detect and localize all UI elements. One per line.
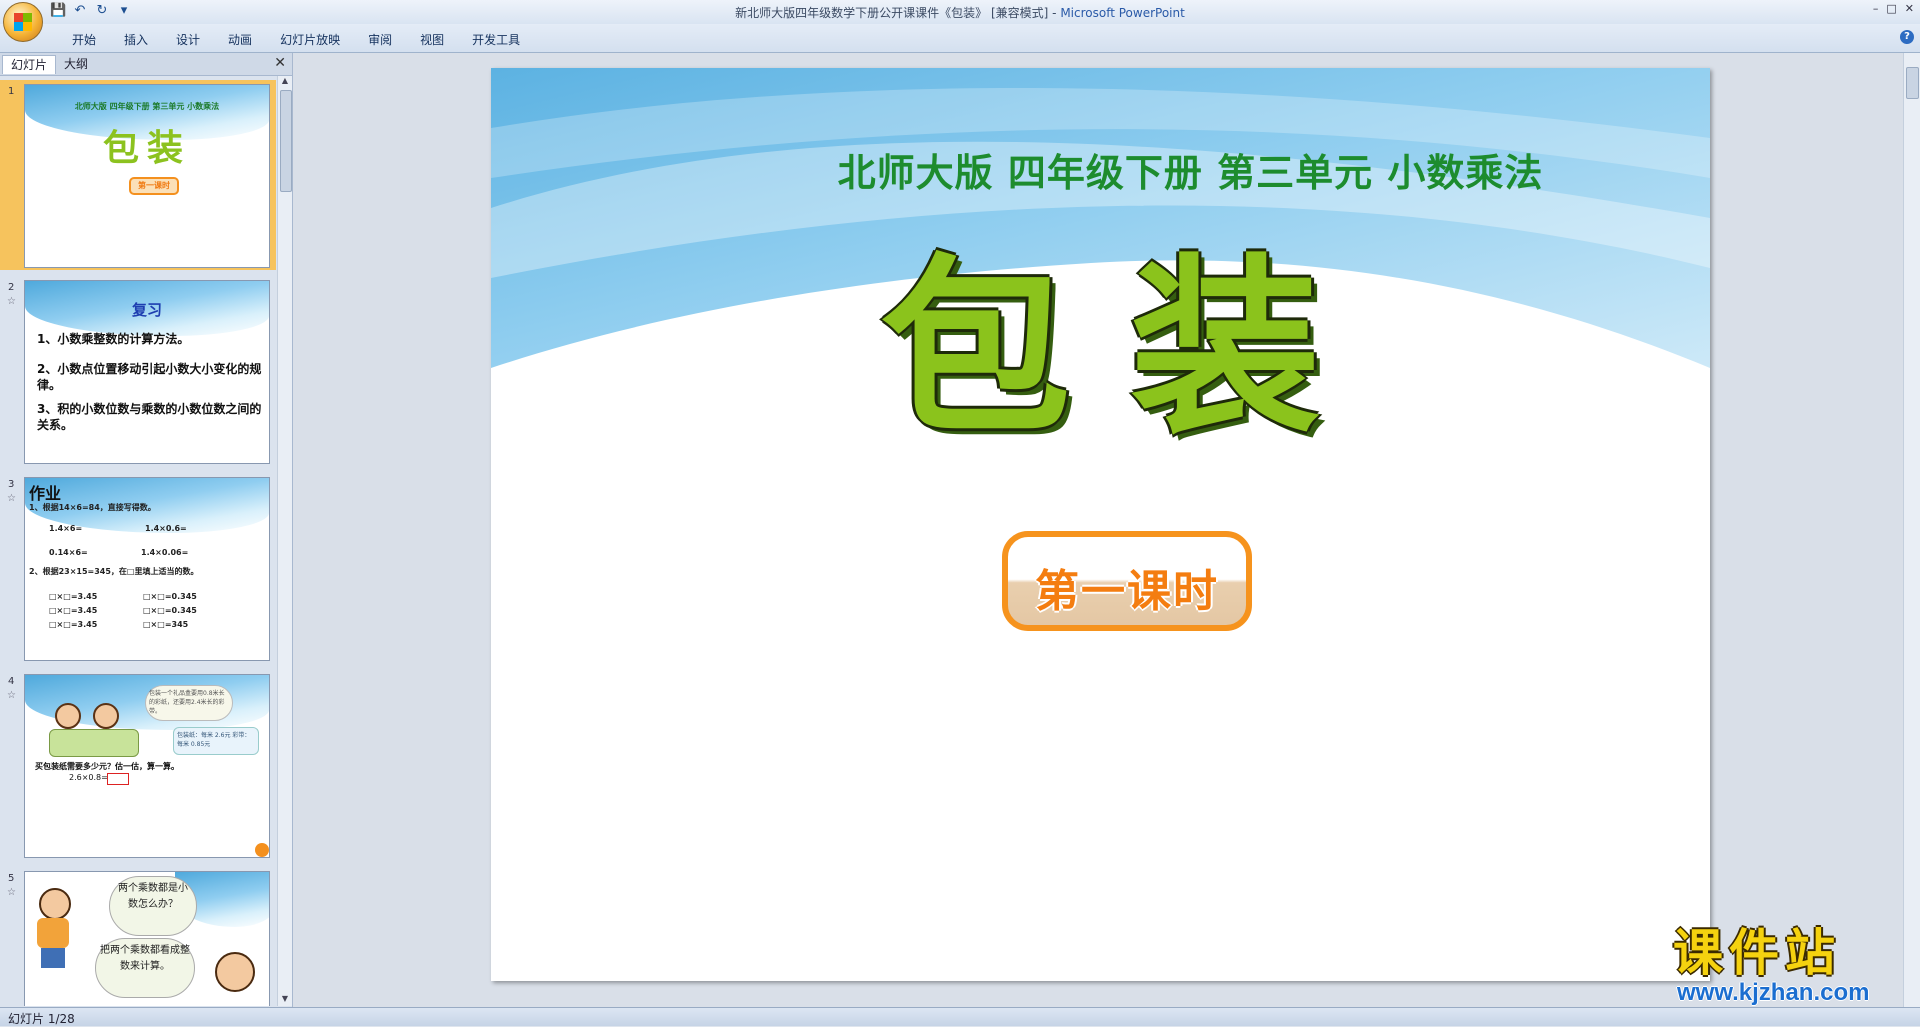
thumb-text: □×□=0.345 [143,606,197,615]
speech-bubble: 两个乘数都是小数怎么办？ [109,876,197,936]
slides-panel: 幻灯片 大纲 ✕ 1 北师大版 四年级下册 第三单元 小数乘法 包装 第一课时 … [0,53,293,1007]
tab-outline[interactable]: 大纲 [56,55,96,73]
thumb-text: □×□=0.345 [143,592,197,601]
child-figure [93,703,119,729]
girl-illustration [215,952,255,992]
answer-box [107,773,129,785]
scrollbar-thumb[interactable] [280,90,292,192]
animation-star-icon: ☆ [7,493,16,504]
boy-illustration [31,888,75,970]
ribbon: 开始 插入 设计 动画 幻灯片放映 审阅 视图 开发工具 ? [0,24,1920,53]
slide-number: 2 [8,282,15,293]
window-title: 新北师大版四年级数学下册公开课课件《包装》 [兼容模式] - Microsoft… [0,4,1920,21]
thumb-text: 3、积的小数位数与乘数的小数位数之间的关系。 [37,402,262,432]
help-icon[interactable]: ? [1900,30,1914,44]
window-controls: – □ ✕ [1873,2,1914,15]
thumb-text: □×□=3.45 [49,606,98,615]
slide-title[interactable]: 包装 [491,238,1710,458]
thumb-text: 2、小数点位置移动引起小数大小变化的规律。 [37,362,262,392]
close-icon[interactable]: ✕ [274,55,286,71]
slide-counter: 幻灯片 1/28 [8,1012,75,1026]
slide-number: 3 [8,479,15,490]
title-bar: 💾 ↶ ↻ ▾ 新北师大版四年级数学下册公开课课件《包装》 [兼容模式] - M… [0,0,1920,42]
slide-thumbnail-1[interactable]: 1 北师大版 四年级下册 第三单元 小数乘法 包装 第一课时 [0,80,276,270]
animation-star-icon: ☆ [7,690,16,701]
animation-star-icon: ☆ [7,296,16,307]
scroll-down-icon[interactable]: ▼ [278,994,292,1006]
boy-body [37,918,69,948]
app-name: Microsoft PowerPoint [1060,6,1185,20]
tab-home[interactable]: 开始 [58,29,110,50]
gift-box-illustration [49,729,139,757]
thumbnail-preview: 北师大版 四年级下册 第三单元 小数乘法 包装 第一课时 [24,84,270,268]
animation-star-icon: ☆ [7,887,16,898]
slide-subtitle[interactable]: 北师大版 四年级下册 第三单元 小数乘法 [491,142,1710,197]
tab-animation[interactable]: 动画 [214,29,266,50]
tab-developer[interactable]: 开发工具 [458,29,534,50]
speech-bubble: 把两个乘数都看成整数来计算。 [95,938,195,998]
children-illustration [49,699,139,757]
slide-thumbnail-4[interactable]: 4 ☆ 包装一个礼品盒要用0.8米长的彩纸，还要用2.4米长的彩带。 包装纸：每… [0,670,276,860]
tab-slides[interactable]: 幻灯片 [2,55,57,74]
lesson-button[interactable]: 第一课时 [1002,531,1252,631]
close-button[interactable]: ✕ [1905,2,1914,15]
minimize-button[interactable]: – [1873,2,1879,15]
status-bar: 幻灯片 1/28 [0,1007,1920,1026]
panel-tabs: 幻灯片 大纲 ✕ [0,53,292,76]
slide-thumbnail-2[interactable]: 2 ☆ 复习 1、小数乘整数的计算方法。 2、小数点位置移动引起小数大小变化的规… [0,276,276,466]
orange-dot-icon [255,843,269,857]
scrollbar-thumb[interactable] [1906,67,1919,99]
thumb-lesson-badge: 第一课时 [129,177,179,195]
office-button[interactable] [3,2,43,42]
slide-number: 4 [8,676,15,687]
thumb-subtitle: 北师大版 四年级下册 第三单元 小数乘法 [74,102,220,111]
tab-design[interactable]: 设计 [162,29,214,50]
thumb-text: 2、根据23×15=345，在□里填上适当的数。 [29,567,199,576]
watermark-url: www.kjzhan.com [1677,979,1870,1006]
thumb-text: 1.4×0.06= [141,548,189,557]
slide-thumbnail-3[interactable]: 3 ☆ 作业 1、根据14×6=84，直接写得数。 1.4×6= 1.4×0.6… [0,473,276,663]
price-note: 包装纸：每米 2.6元 彩带：每米 0.85元 [173,727,259,755]
thumbnail-preview: 包装一个礼品盒要用0.8米长的彩纸，还要用2.4米长的彩带。 包装纸：每米 2.… [24,674,270,858]
site-watermark: 课件站 www.kjzhan.com [1665,923,1905,1007]
maximize-button[interactable]: □ [1886,2,1896,15]
boy-legs [41,948,65,968]
thumbnail-preview: 复习 1、小数乘整数的计算方法。 2、小数点位置移动引起小数大小变化的规律。 3… [24,280,270,464]
current-slide[interactable]: 北师大版 四年级下册 第三单元 小数乘法 包装 第一课时 [491,68,1710,981]
main-scrollbar[interactable] [1903,53,1920,1007]
thumb-text: 0.14×6= [49,548,88,557]
watermark-logo-text: 课件站 [1673,923,1841,982]
slide-thumbnail-5[interactable]: 5 ☆ 两个乘数都是小数怎么办？ 把两个乘数都看成整数来计算。 [0,867,276,1006]
thumbnail-preview: 两个乘数都是小数怎么办？ 把两个乘数都看成整数来计算。 [24,871,270,1006]
thumb-title: 作业 [29,484,62,503]
tab-review[interactable]: 审阅 [354,29,406,50]
document-title: 新北师大版四年级数学下册公开课课件《包装》 [兼容模式] - [735,6,1061,20]
thumb-text: □×□=3.45 [49,620,98,629]
thumb-text: 1.4×0.6= [145,524,187,533]
thumb-text: 1、根据14×6=84，直接写得数。 [29,503,156,512]
thumb-text: □×□=3.45 [49,592,98,601]
slide-number: 5 [8,873,15,884]
thumb-text: 1、小数乘整数的计算方法。 [37,332,190,346]
thumb-equation: 2.6×0.8= [69,773,108,782]
boy-head [39,888,71,920]
tab-slideshow[interactable]: 幻灯片放映 [266,29,354,50]
thumb-text: 1.4×6= [49,524,83,533]
lesson-button-label: 第一课时 [1035,566,1219,617]
scroll-up-icon[interactable]: ▲ [278,76,292,88]
thumbnail-list: 1 北师大版 四年级下册 第三单元 小数乘法 包装 第一课时 2 ☆ 复习 1、… [0,76,276,1006]
office-logo-icon [14,13,32,31]
tab-view[interactable]: 视图 [406,29,458,50]
panel-scrollbar[interactable]: ▲ ▼ [277,76,292,1006]
thumb-title: 复习 [131,301,162,319]
slide-number: 1 [8,86,15,97]
child-figure [55,703,81,729]
thumb-title: 包装 [102,128,191,169]
thumb-question: 买包装纸需要多少元？估一估，算一算。 [35,762,179,771]
ribbon-tabs: 开始 插入 设计 动画 幻灯片放映 审阅 视图 开发工具 [58,29,534,50]
thumb-text: □×□=345 [143,620,189,629]
tab-insert[interactable]: 插入 [110,29,162,50]
speech-bubble: 包装一个礼品盒要用0.8米长的彩纸，还要用2.4米长的彩带。 [145,685,233,721]
thumbnail-preview: 作业 1、根据14×6=84，直接写得数。 1.4×6= 1.4×0.6= 0.… [24,477,270,661]
